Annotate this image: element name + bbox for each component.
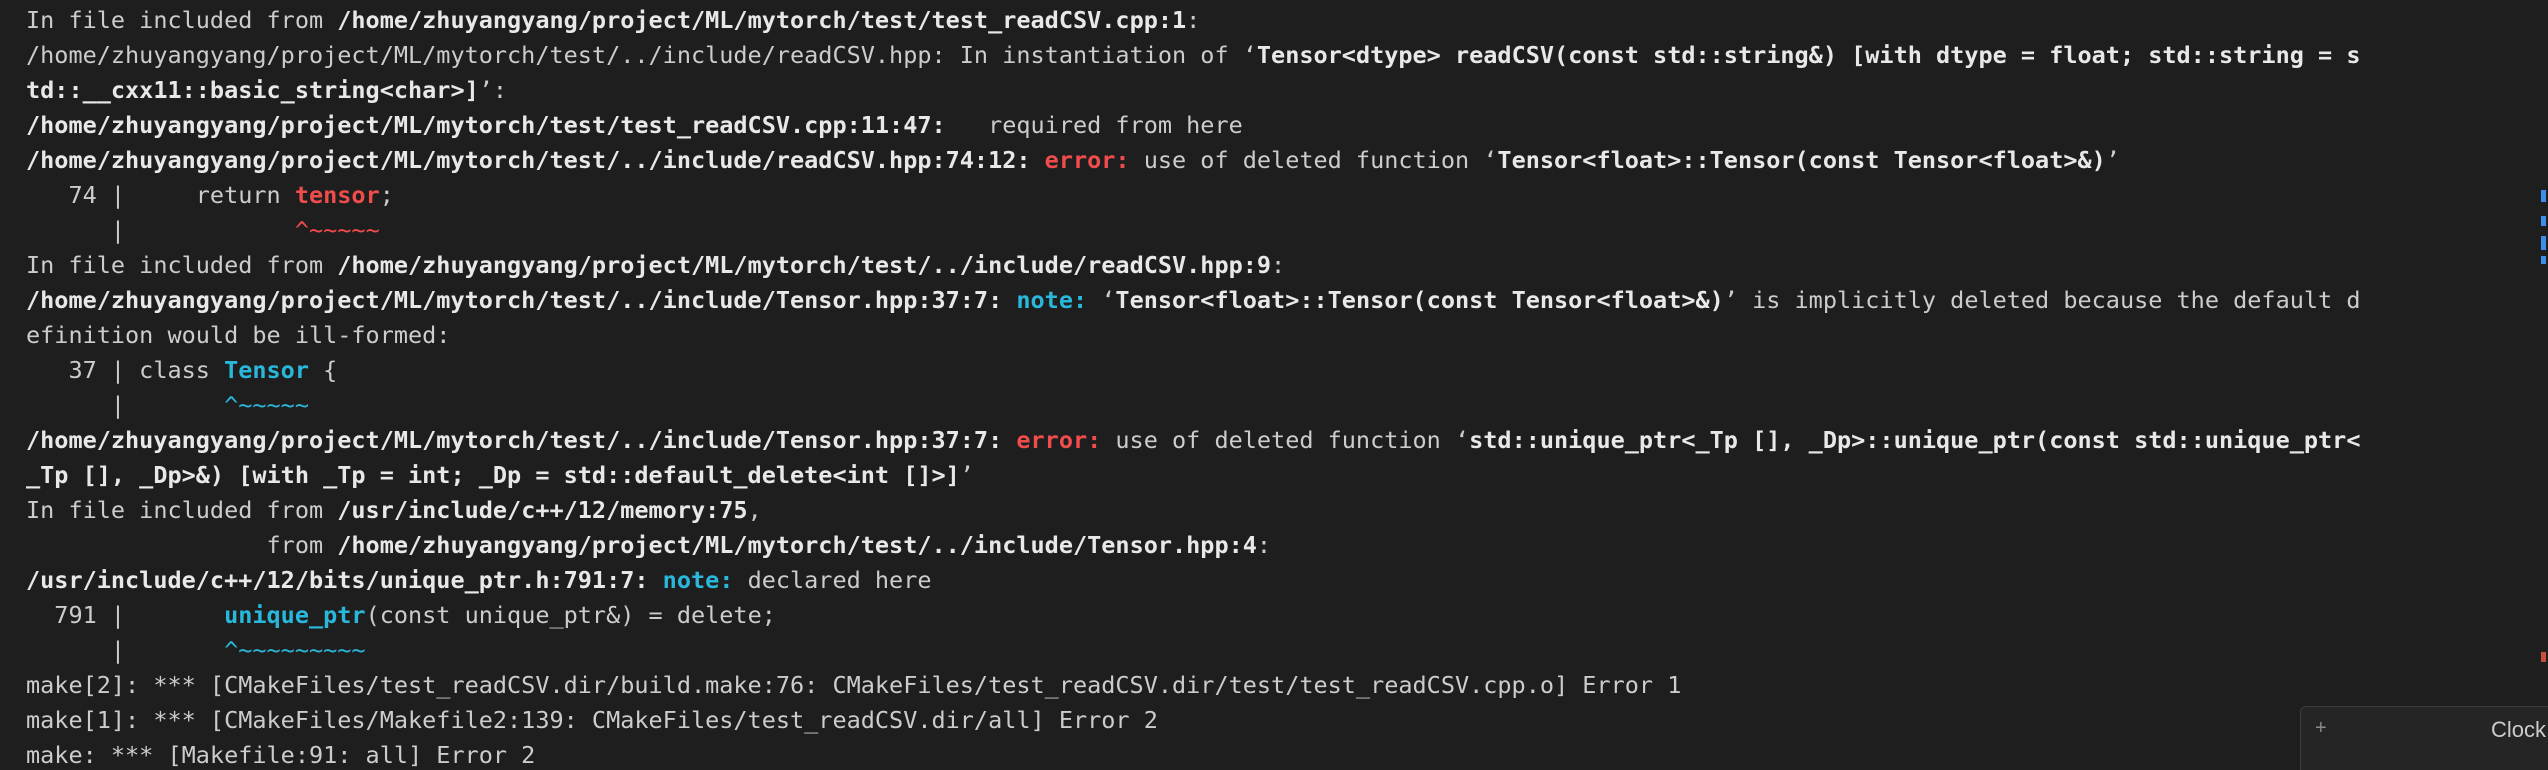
signature: Tensor<float>::Tensor(const Tensor<float… xyxy=(1115,286,1724,314)
scrollbar-overview[interactable] xyxy=(2538,0,2548,770)
clock-panel[interactable]: + Clock xyxy=(2300,706,2548,770)
code: ; xyxy=(379,181,394,209)
text: In file included from xyxy=(26,496,338,524)
caret-line: | ^~~~~~ xyxy=(26,213,2516,248)
error-label: error: xyxy=(1016,426,1102,454)
source-line: 37 | class Tensor { xyxy=(26,353,2516,388)
file-location: /usr/include/c++/12/bits/unique_ptr.h:79… xyxy=(26,566,663,594)
text: declared here xyxy=(733,566,932,594)
output-line: make[2]: *** [CMakeFiles/test_readCSV.di… xyxy=(26,668,2516,703)
caret-marker: ^~~~~~~~~~ xyxy=(224,636,366,664)
terminal-output[interactable]: In file included from /home/zhuyangyang/… xyxy=(26,3,2516,770)
gutter: | xyxy=(26,636,225,664)
output-line: from /home/zhuyangyang/project/ML/mytorc… xyxy=(26,528,2516,563)
code: 74 | return xyxy=(26,181,295,209)
code: { xyxy=(308,356,338,384)
note-label: note: xyxy=(1016,286,1088,314)
text: , xyxy=(747,496,762,524)
output-line: _Tp [], _Dp>&) [with _Tp = int; _Dp = st… xyxy=(26,458,2516,493)
output-line: make: *** [Makefile:91: all] Error 2 xyxy=(26,738,2516,770)
output-line: /home/zhuyangyang/project/ML/mytorch/tes… xyxy=(26,283,2516,318)
output-line: make[1]: *** [CMakeFiles/Makefile2:139: … xyxy=(26,703,2516,738)
text: ’ is implicitly deleted because the defa… xyxy=(1723,286,2361,314)
file-path: /home/zhuyangyang/project/ML/mytorch/tes… xyxy=(337,6,1187,34)
highlighted-token: tensor xyxy=(294,181,380,209)
output-line: /home/zhuyangyang/project/ML/mytorch/tes… xyxy=(26,108,2516,143)
caret-marker: ^~~~~~ xyxy=(224,391,309,419)
code: 37 | class xyxy=(26,356,225,384)
output-line: td::__cxx11::basic_string<char>]’: xyxy=(26,73,2516,108)
text: use of deleted function ‘ xyxy=(1101,426,1470,454)
gutter: | xyxy=(26,216,295,244)
overview-marker xyxy=(2541,190,2546,202)
text: ’ xyxy=(959,461,974,489)
text: make[2]: *** [CMakeFiles/test_readCSV.di… xyxy=(26,671,1682,699)
overview-marker xyxy=(2541,216,2546,226)
signature: Tensor<float>::Tensor(const Tensor<float… xyxy=(1497,146,2106,174)
note-label: note: xyxy=(662,566,734,594)
text: from xyxy=(26,531,338,559)
text: efinition would be ill-formed: xyxy=(26,321,451,349)
source-line: 74 | return tensor; xyxy=(26,178,2516,213)
text: : xyxy=(1256,531,1272,559)
highlighted-token: Tensor xyxy=(224,356,309,384)
text: ‘ xyxy=(1087,286,1116,314)
signature: _Tp [], _Dp>&) [with _Tp = int; _Dp = st… xyxy=(26,461,960,489)
overview-marker xyxy=(2541,236,2546,250)
error-label: error: xyxy=(1044,146,1130,174)
text: : xyxy=(1186,6,1201,34)
text: make[1]: *** [CMakeFiles/Makefile2:139: … xyxy=(26,706,1158,734)
highlighted-token: unique_ptr xyxy=(224,601,366,629)
signature: td::__cxx11::basic_string<char>] xyxy=(26,76,479,104)
text: In file included from xyxy=(26,6,338,34)
signature: Tensor<dtype> readCSV(const std::string&… xyxy=(1256,41,2361,69)
caret-line: | ^~~~~~ xyxy=(26,388,2516,423)
text: make: *** [Makefile:91: all] Error 2 xyxy=(26,741,536,769)
signature: std::unique_ptr<_Tp [], _Dp>::unique_ptr… xyxy=(1469,426,2361,454)
text: In file included from xyxy=(26,251,338,279)
text: : xyxy=(1271,251,1286,279)
output-line: /home/zhuyangyang/project/ML/mytorch/tes… xyxy=(26,143,2516,178)
output-line: /home/zhuyangyang/project/ML/mytorch/tes… xyxy=(26,38,2516,73)
overview-marker xyxy=(2541,256,2546,264)
output-line: /usr/include/c++/12/bits/unique_ptr.h:79… xyxy=(26,563,2516,598)
file-location: /home/zhuyangyang/project/ML/mytorch/tes… xyxy=(26,426,1017,454)
text: ’: xyxy=(478,76,508,104)
output-line: In file included from /home/zhuyangyang/… xyxy=(26,3,2516,38)
output-line: In file included from /usr/include/c++/1… xyxy=(26,493,2516,528)
output-line: efinition would be ill-formed: xyxy=(26,318,2516,353)
file-path: /usr/include/c++/12/memory:75 xyxy=(337,496,748,524)
file-path: /home/zhuyangyang/project/ML/mytorch/tes… xyxy=(337,531,1257,559)
file-location: /home/zhuyangyang/project/ML/mytorch/tes… xyxy=(26,146,1045,174)
text: /home/zhuyangyang/project/ML/mytorch/tes… xyxy=(26,41,1257,69)
text: ’ xyxy=(2105,146,2120,174)
code: (const unique_ptr&) = delete; xyxy=(365,601,776,629)
code: 791 | xyxy=(26,601,225,629)
text: use of deleted function ‘ xyxy=(1129,146,1498,174)
text: required from here xyxy=(945,111,1243,139)
caret-marker: ^~~~~~ xyxy=(294,216,380,244)
panel-title: Clock xyxy=(2491,717,2547,742)
caret-line: | ^~~~~~~~~~ xyxy=(26,633,2516,668)
output-line: /home/zhuyangyang/project/ML/mytorch/tes… xyxy=(26,423,2516,458)
output-line: In file included from /home/zhuyangyang/… xyxy=(26,248,2516,283)
source-line: 791 | unique_ptr(const unique_ptr&) = de… xyxy=(26,598,2516,633)
add-icon[interactable]: + xyxy=(2315,717,2327,740)
file-location: /home/zhuyangyang/project/ML/mytorch/tes… xyxy=(26,111,946,139)
overview-marker xyxy=(2541,652,2546,662)
file-path: /home/zhuyangyang/project/ML/mytorch/tes… xyxy=(337,251,1272,279)
file-location: /home/zhuyangyang/project/ML/mytorch/tes… xyxy=(26,286,1017,314)
gutter: | xyxy=(26,391,225,419)
